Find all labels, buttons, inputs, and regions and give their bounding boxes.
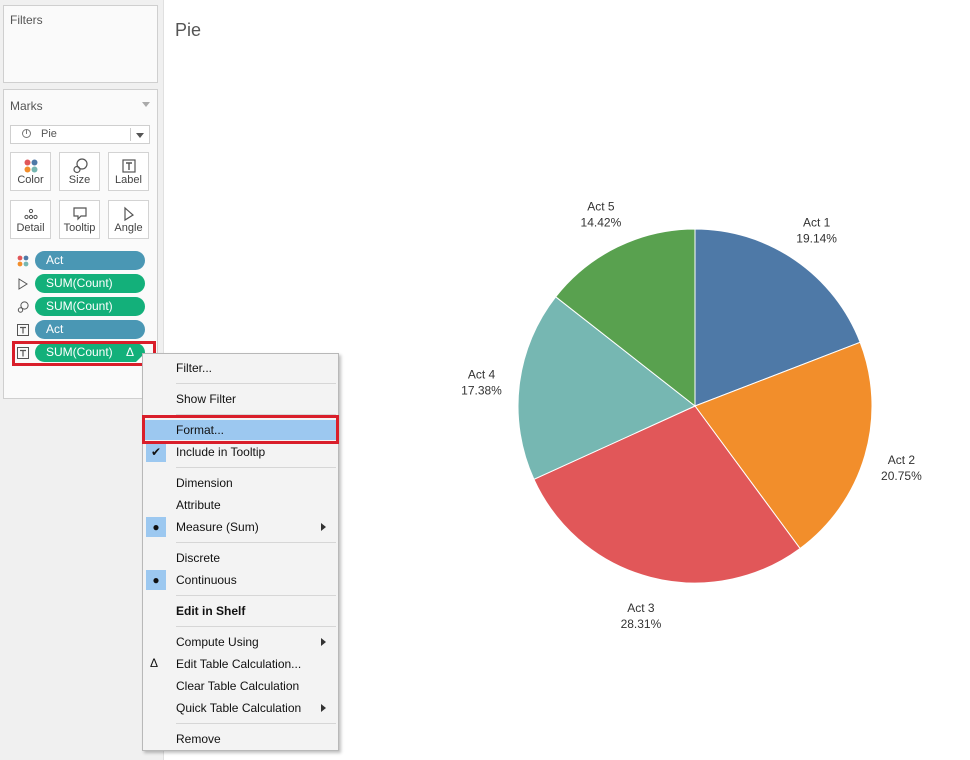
pie-label-category: Act 2 [888, 453, 916, 467]
menu-item-continuous[interactable]: ● Continuous [143, 570, 338, 590]
menu-separator [176, 626, 336, 627]
menu-separator [176, 467, 336, 468]
pie-label-category: Act 4 [468, 368, 496, 382]
menu-item-include-in-tooltip[interactable]: ✔ Include in Tooltip [143, 442, 338, 462]
pie-label-category: Act 1 [803, 216, 831, 230]
format-highlight-box [142, 415, 339, 444]
menu-item-edit-in-shelf[interactable]: Edit in Shelf [143, 601, 338, 621]
menu-item-edit-table-calculation[interactable]: Δ Edit Table Calculation... [143, 654, 338, 674]
menu-item-remove[interactable]: Remove [143, 729, 338, 749]
radio-bullet-icon: ● [146, 570, 166, 590]
menu-separator [176, 383, 336, 384]
menu-item-clear-table-calculation[interactable]: Clear Table Calculation [143, 676, 338, 696]
pie-label-value: 28.31% [621, 617, 662, 631]
delta-icon: Δ [150, 656, 159, 670]
pie-label-category: Act 3 [627, 601, 655, 615]
pie-label-value: 14.42% [581, 216, 622, 230]
menu-item-dimension[interactable]: Dimension [143, 473, 338, 493]
menu-item-show-filter[interactable]: Show Filter [143, 389, 338, 409]
pie-label-value: 17.38% [461, 384, 502, 398]
pie-label-value: 19.14% [796, 232, 837, 246]
menu-item-quick-table-calculation[interactable]: Quick Table Calculation [143, 698, 338, 718]
checkmark-icon: ✔ [146, 442, 166, 462]
menu-item-discrete[interactable]: Discrete [143, 548, 338, 568]
menu-separator [176, 595, 336, 596]
submenu-arrow-icon [321, 523, 326, 531]
menu-item-filter[interactable]: Filter... [143, 358, 338, 378]
pie-label-value: 20.75% [881, 469, 922, 483]
menu-item-measure-sum[interactable]: ● Measure (Sum) [143, 517, 338, 537]
pill-context-menu: Filter... Show Filter Format... ✔ Includ… [142, 353, 339, 751]
pie-label-category: Act 5 [587, 200, 615, 214]
menu-separator [176, 542, 336, 543]
radio-bullet-icon: ● [146, 517, 166, 537]
menu-separator [176, 723, 336, 724]
menu-item-attribute[interactable]: Attribute [143, 495, 338, 515]
menu-item-compute-using[interactable]: Compute Using [143, 632, 338, 652]
submenu-arrow-icon [321, 704, 326, 712]
submenu-arrow-icon [321, 638, 326, 646]
